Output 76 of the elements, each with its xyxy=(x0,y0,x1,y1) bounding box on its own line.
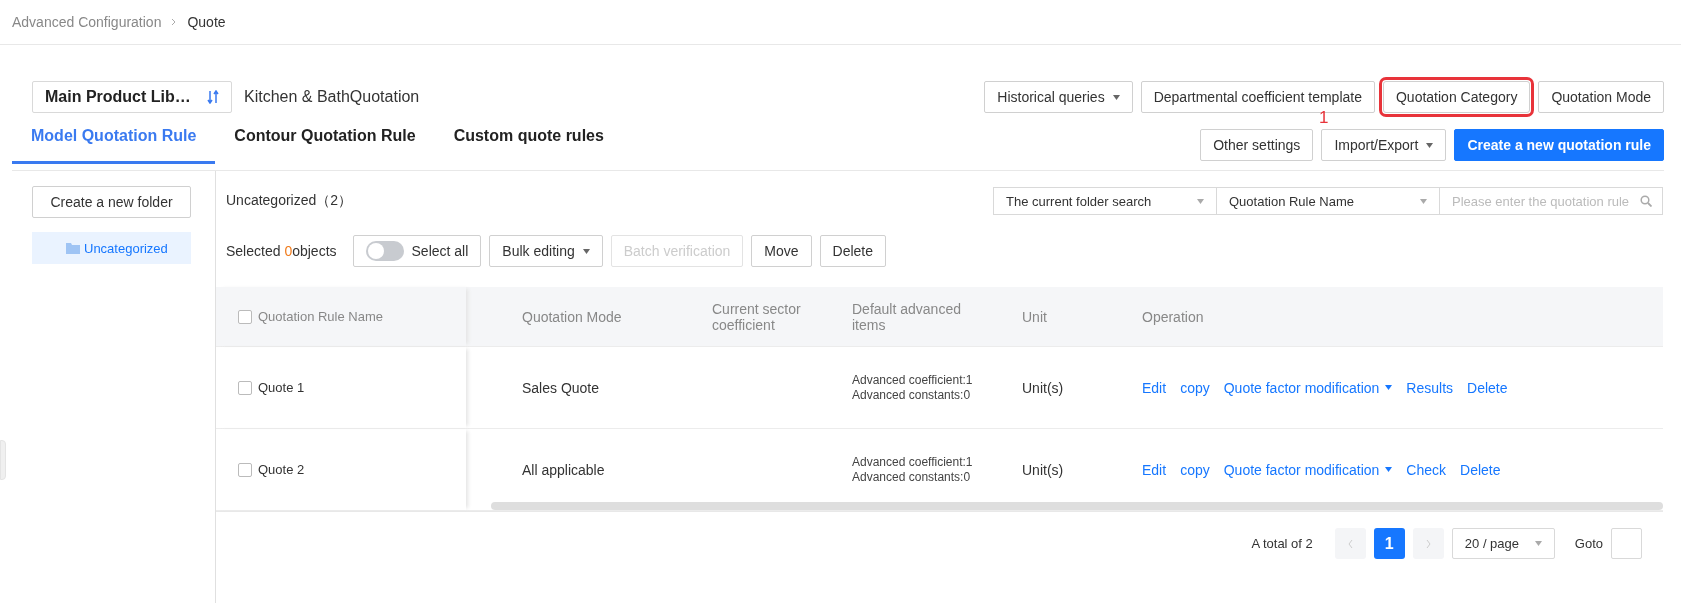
table-cell: Quote 1 xyxy=(258,380,305,395)
table-cell: Quote 2 xyxy=(258,462,305,477)
checkbox[interactable] xyxy=(238,462,252,477)
library-selector[interactable]: Main Product Lib… xyxy=(32,81,232,113)
operation-link[interactable]: Delete xyxy=(1460,461,1501,478)
toolbar-button[interactable]: Bulk editing xyxy=(489,235,603,267)
tab[interactable]: Contour Quotation Rule xyxy=(215,127,435,164)
swap-icon xyxy=(207,90,219,104)
header-button[interactable]: Quotation Mode xyxy=(1538,81,1664,113)
previous-page-button[interactable] xyxy=(1334,528,1366,559)
caret-icon xyxy=(1426,142,1434,148)
caret-icon xyxy=(1534,541,1542,546)
operation-link[interactable]: Quote factor modification xyxy=(1223,461,1393,478)
caret-icon xyxy=(1385,385,1393,390)
field-select[interactable]: Quotation Rule Name xyxy=(1216,187,1440,215)
action-button[interactable]: Other settings xyxy=(1200,129,1314,161)
column-header: Quotation Rule Name xyxy=(258,309,383,324)
create-button[interactable]: Create a new quotation rule xyxy=(1454,129,1664,161)
library-title: Kitchen & BathQuotation xyxy=(244,88,420,106)
folder-heading: Uncategorized（2） xyxy=(226,192,353,210)
search-icon xyxy=(1640,195,1652,207)
table-cell-text: Unit(s) xyxy=(1022,379,1065,396)
operation-link[interactable]: Results xyxy=(1406,379,1454,396)
operation-link[interactable]: Check xyxy=(1406,461,1447,478)
goto-field[interactable] xyxy=(1611,528,1642,559)
column-header: Current sector coefficient xyxy=(712,300,802,333)
table-cell-text: Advanced constants:0 xyxy=(852,387,972,403)
table-cell-text: All applicable xyxy=(522,461,606,478)
caret-icon xyxy=(582,248,590,254)
table-cell-text: Unit(s) xyxy=(1022,461,1065,478)
operation-link[interactable]: copy xyxy=(1180,379,1210,396)
chevron-right-icon xyxy=(1425,539,1431,548)
toolbar-button[interactable]: Delete xyxy=(819,235,887,267)
breadcrumb-item[interactable]: Advanced Configuration xyxy=(12,14,162,30)
folder-icon xyxy=(66,242,80,254)
operation-link[interactable]: Edit xyxy=(1142,379,1167,396)
tab[interactable]: Model Quotation Rule xyxy=(12,127,216,164)
operation-link[interactable]: copy xyxy=(1180,461,1210,478)
column-header: Quotation Mode xyxy=(522,308,623,325)
table-cell-text: Advanced coefficient:1 xyxy=(852,454,974,470)
page-button[interactable]: 1 xyxy=(1373,528,1405,559)
column-header: Default advanced items xyxy=(852,300,962,333)
goto-label: Goto xyxy=(1574,536,1603,551)
toolbar-button[interactable]: Move xyxy=(751,235,812,267)
column-header: Operation xyxy=(1142,308,1205,325)
breadcrumb-item[interactable]: Quote xyxy=(187,14,226,30)
operation-link[interactable]: Quote factor modification xyxy=(1223,379,1393,396)
action-button[interactable]: Import/Export xyxy=(1321,129,1447,161)
chevron-left-icon xyxy=(1347,539,1353,548)
operation-link[interactable]: Delete xyxy=(1467,379,1508,396)
scrollbar[interactable] xyxy=(491,502,1663,510)
caret-icon xyxy=(1112,94,1120,100)
tab[interactable]: Custom quote rules xyxy=(434,127,623,164)
header-button[interactable]: Historical queries xyxy=(984,81,1133,113)
search-field[interactable]: Please enter the quotation rule xyxy=(1439,187,1663,215)
scope-select[interactable]: The current folder search xyxy=(993,187,1217,215)
collapse-handle[interactable] xyxy=(0,440,6,480)
create-folder-button[interactable]: Create a new folder xyxy=(32,186,191,218)
checkbox[interactable] xyxy=(238,380,252,395)
select-all-toggle[interactable]: Select all xyxy=(352,235,482,267)
table-cell-text: Sales Quote xyxy=(522,379,601,396)
operation-link[interactable]: Edit xyxy=(1142,461,1167,478)
chevron-icon xyxy=(171,18,178,26)
total-count: A total of 2 xyxy=(1251,536,1313,551)
caret-icon xyxy=(1385,467,1393,472)
folder-item[interactable]: Uncategorized xyxy=(32,232,191,264)
caret-icon xyxy=(1420,198,1427,204)
column-header: Unit xyxy=(1022,308,1048,325)
table-cell-text: Advanced constants:0 xyxy=(852,469,972,485)
page-size-select[interactable]: 20 / page xyxy=(1451,528,1555,559)
table-cell-text: Advanced coefficient:1 xyxy=(852,372,974,388)
selection-count: Selected 0objects xyxy=(226,243,337,259)
toggle-switch[interactable] xyxy=(365,241,404,261)
caret-icon xyxy=(1197,198,1204,204)
checkbox[interactable] xyxy=(238,309,252,324)
next-page-button[interactable] xyxy=(1412,528,1444,559)
